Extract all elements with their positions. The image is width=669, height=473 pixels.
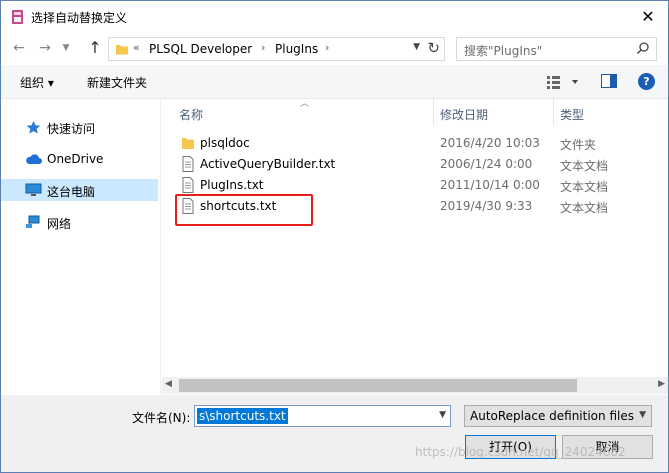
- file-date: 2016/4/20 10:03: [440, 136, 540, 150]
- column-divider[interactable]: [433, 99, 434, 125]
- command-bar: 组织 ▾ 新建文件夹 ?: [1, 65, 668, 99]
- sidebar-item-network[interactable]: 网络: [1, 211, 158, 233]
- file-name: PlugIns.txt: [200, 178, 264, 192]
- file-type: 文本文档: [560, 201, 609, 215]
- sidebar-item-label: 这台电脑: [47, 185, 96, 199]
- file-list: 名称 ︿ 修改日期 类型 plsqldoc 2016/4/20 10:03 文件…: [162, 99, 668, 377]
- filename-value[interactable]: s\shortcuts.txt: [197, 408, 288, 424]
- search-icon[interactable]: [636, 41, 650, 55]
- scroll-right-icon[interactable]: ▶: [658, 379, 665, 389]
- file-name: plsqldoc: [200, 136, 250, 150]
- organize-button[interactable]: 组织 ▾: [20, 74, 54, 91]
- navigation-pane: 快速访问 OneDrive 这台电脑 网络: [1, 99, 161, 395]
- column-header-date[interactable]: 修改日期: [440, 106, 488, 123]
- view-options-icon[interactable]: [545, 73, 581, 91]
- file-date: 2006/1/24 0:00: [440, 157, 533, 171]
- scrollbar-thumb[interactable]: [179, 379, 577, 392]
- address-dropdown-chevron-down-icon[interactable]: ▼: [413, 42, 420, 52]
- file-row[interactable]: ActiveQueryBuilder.txt 2006/1/24 0:00 文本…: [162, 153, 668, 174]
- file-type: 文件夹: [560, 138, 597, 152]
- filetype-value: AutoReplace definition files (: [470, 409, 635, 423]
- breadcrumb-chevron-icon[interactable]: ›: [261, 41, 265, 54]
- network-icon: [26, 215, 40, 228]
- computer-icon: [25, 183, 42, 196]
- filetype-select[interactable]: AutoReplace definition files ( ▼: [464, 405, 652, 427]
- file-name: ActiveQueryBuilder.txt: [200, 157, 336, 171]
- filename-label: 文件名(N):: [132, 411, 191, 425]
- sidebar-item-label: 网络: [47, 217, 72, 231]
- text-file-icon: [182, 177, 194, 193]
- sort-ascending-icon: ︿: [300, 99, 310, 109]
- up-button[interactable]: ↑: [85, 37, 105, 59]
- refresh-icon[interactable]: ↻: [427, 39, 440, 57]
- breadcrumb-overflow-icon[interactable]: «: [133, 41, 140, 54]
- sidebar-item-label: OneDrive: [47, 152, 104, 166]
- sidebar-item-label: 快速访问: [47, 122, 96, 136]
- help-icon[interactable]: ?: [638, 73, 655, 90]
- file-row[interactable]: plsqldoc 2016/4/20 10:03 文件夹: [162, 132, 668, 153]
- address-bar[interactable]: « PLSQL Developer › PlugIns › ▼ ↻: [108, 37, 445, 61]
- window-title: 选择自动替换定义: [31, 11, 128, 25]
- file-date: 2011/10/14 0:00: [440, 178, 540, 192]
- sidebar-item-onedrive[interactable]: OneDrive: [1, 148, 158, 170]
- file-row[interactable]: PlugIns.txt 2011/10/14 0:00 文本文档: [162, 174, 668, 195]
- file-type: 文本文档: [560, 159, 609, 173]
- sidebar-item-quick-access[interactable]: 快速访问: [1, 116, 158, 138]
- forward-button[interactable]: →: [35, 37, 55, 59]
- column-header-name[interactable]: 名称: [179, 106, 203, 123]
- close-button[interactable]: ✕: [638, 7, 658, 27]
- file-date: 2019/4/30 9:33: [440, 199, 533, 213]
- scroll-left-icon[interactable]: ◀: [165, 379, 172, 389]
- cloud-icon: [26, 154, 42, 164]
- column-divider[interactable]: [553, 99, 554, 125]
- recent-locations-chevron-down-icon[interactable]: ▼: [59, 37, 73, 59]
- folder-icon: [116, 45, 128, 55]
- file-open-dialog: 选择自动替换定义 ✕ ← → ▼ ↑ « PLSQL Developer › P…: [0, 0, 669, 473]
- dialog-footer: 文件名(N): s\shortcuts.txt ▼ AutoReplace de…: [1, 395, 668, 472]
- folder-icon: [182, 138, 194, 149]
- sidebar-item-this-pc[interactable]: 这台电脑: [1, 179, 158, 201]
- annotation-highlight-box: [175, 194, 313, 226]
- back-button[interactable]: ←: [9, 37, 29, 59]
- star-icon: [26, 121, 41, 134]
- filename-history-chevron-down-icon[interactable]: ▼: [439, 410, 446, 420]
- column-header-type[interactable]: 类型: [560, 106, 584, 123]
- search-box[interactable]: 搜索"PlugIns": [456, 37, 657, 61]
- file-type: 文本文档: [560, 180, 609, 194]
- title-bar: 选择自动替换定义 ✕: [1, 1, 668, 32]
- horizontal-scrollbar[interactable]: ◀ ▶: [162, 377, 668, 394]
- watermark-text: https://blog.csdn.net/qq_24024682: [415, 445, 626, 459]
- breadcrumb-item[interactable]: PLSQL Developer: [149, 42, 252, 56]
- filename-field[interactable]: s\shortcuts.txt ▼: [194, 405, 451, 427]
- chevron-down-icon[interactable]: ▼: [639, 410, 646, 420]
- preview-pane-icon[interactable]: [601, 74, 617, 88]
- search-input[interactable]: 搜索"PlugIns": [464, 42, 542, 59]
- app-icon: [12, 10, 23, 24]
- breadcrumb-chevron-icon[interactable]: ›: [325, 41, 329, 54]
- breadcrumb-item[interactable]: PlugIns: [275, 42, 318, 56]
- new-folder-button[interactable]: 新建文件夹: [87, 74, 147, 91]
- text-file-icon: [182, 156, 194, 172]
